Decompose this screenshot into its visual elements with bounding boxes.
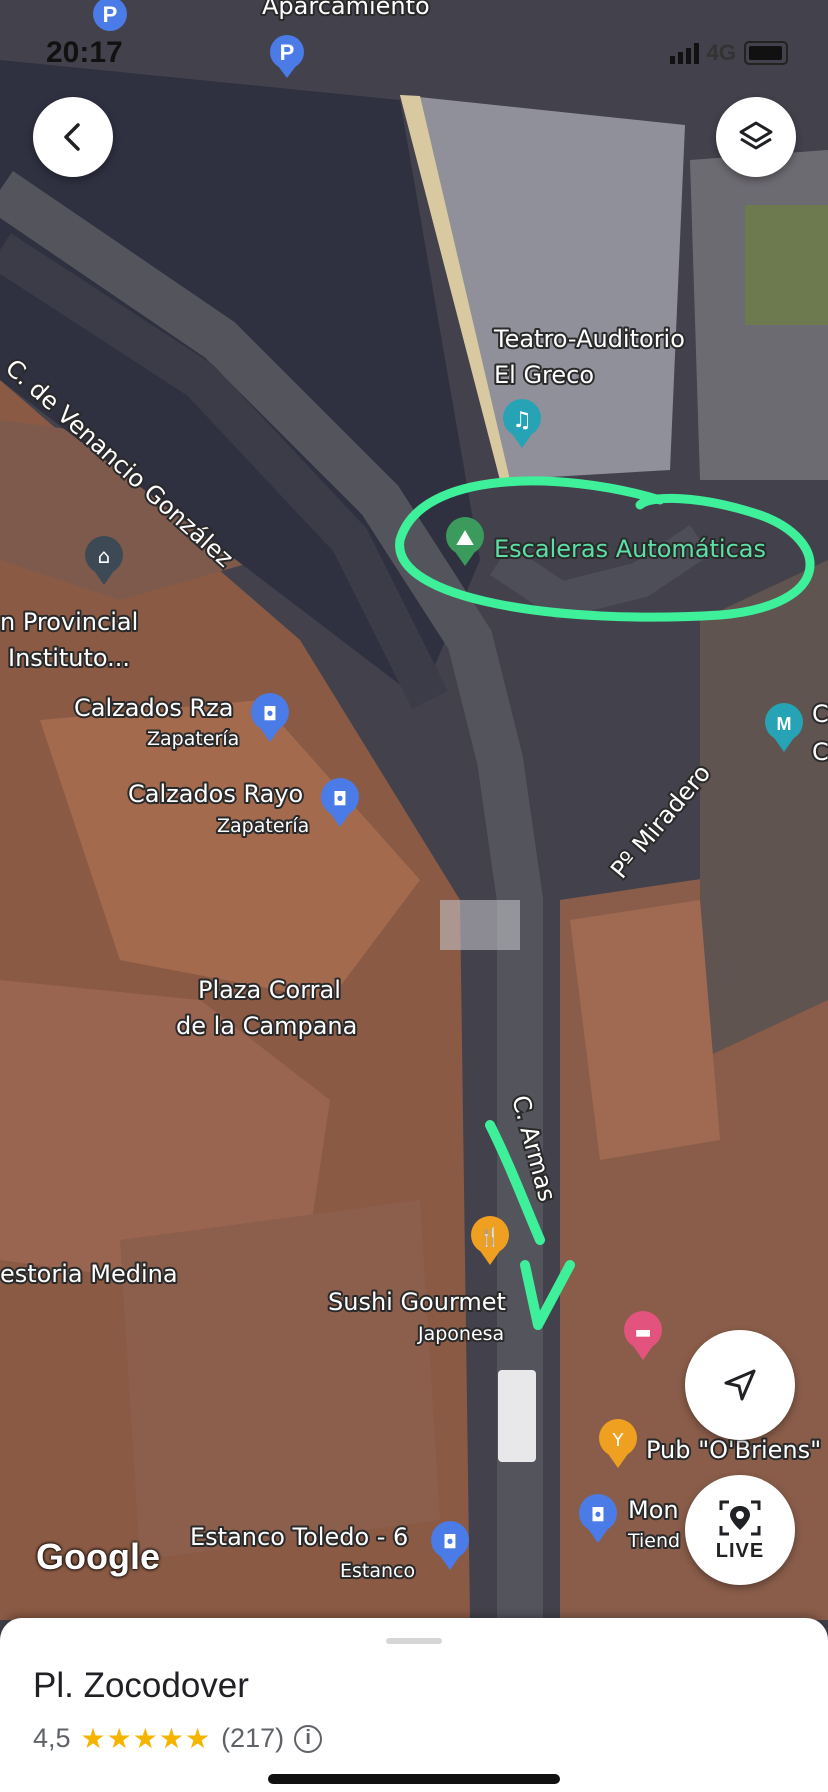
music-icon: ♫ — [512, 408, 532, 433]
status-bar: 20:17 4G — [0, 0, 828, 100]
label-restoria-medina[interactable]: estoria Medina — [0, 1258, 180, 1290]
label-plaza-line2[interactable]: de la Campana — [174, 1010, 359, 1042]
label-estanco-category[interactable]: Estanco — [338, 1558, 417, 1584]
hiker-icon: ⛰ — [456, 526, 474, 551]
place-title: Pl. Zocodover — [33, 1666, 249, 1705]
chevron-left-icon — [64, 123, 80, 151]
cocktail-icon: Y — [612, 1430, 625, 1451]
rating-row: 4,5 ★★★★★ (217) i — [33, 1722, 323, 1755]
label-calzados-rayo[interactable]: Calzados Rayo — [126, 778, 305, 810]
layers-icon — [739, 121, 773, 150]
label-pub-obriens[interactable]: Pub "O'Briens" — [644, 1434, 823, 1466]
review-count[interactable]: (217) — [221, 1723, 284, 1754]
label-calzados-rza[interactable]: Calzados Rza — [72, 692, 235, 724]
label-sushi-category[interactable]: Japonesa — [415, 1321, 506, 1347]
shopping-bag-icon: ◘ — [263, 704, 277, 725]
layers-button[interactable] — [716, 97, 796, 177]
label-calzados-rayo-category[interactable]: Zapatería — [215, 813, 311, 839]
network-type: 4G — [706, 40, 736, 65]
status-time: 20:17 — [46, 36, 123, 69]
battery-icon — [744, 41, 788, 65]
label-edge-c2[interactable]: C — [810, 736, 828, 768]
live-view-button[interactable]: LIVE — [685, 1475, 795, 1585]
bed-icon: ▬ — [634, 1322, 651, 1343]
shopping-bag-icon: ◘ — [591, 1505, 605, 1526]
signal-icon — [669, 42, 699, 64]
rating-value: 4,5 — [33, 1723, 71, 1753]
label-tiend[interactable]: Tiend — [625, 1528, 682, 1554]
shopping-bag-icon: ◘ — [443, 1532, 457, 1553]
crosswalk — [440, 900, 520, 950]
my-location-button[interactable] — [685, 1330, 795, 1440]
home-indicator — [268, 1774, 560, 1784]
info-icon[interactable]: i — [294, 1724, 323, 1753]
label-teatro-line1[interactable]: Teatro-Auditorio — [491, 323, 687, 355]
back-button[interactable] — [33, 97, 113, 177]
museum-icon: M — [777, 714, 792, 734]
label-teatro-line2[interactable]: El Greco — [492, 359, 596, 391]
label-mon[interactable]: Mon — [626, 1494, 681, 1526]
label-estanco-toledo[interactable]: Estanco Toledo - 6 — [188, 1521, 410, 1553]
live-label: LIVE — [715, 1539, 765, 1562]
star-rating-icon: ★★★★★ — [80, 1723, 212, 1754]
garden — [745, 205, 828, 325]
label-sushi-gourmet[interactable]: Sushi Gourmet — [326, 1286, 508, 1318]
label-edge-c1[interactable]: C — [810, 698, 828, 730]
label-plaza-line1[interactable]: Plaza Corral — [196, 974, 343, 1006]
status-indicators: 4G — [669, 40, 788, 66]
label-provincial-line1[interactable]: n Provincial — [0, 606, 140, 638]
bus — [498, 1370, 536, 1462]
cathedral-roof — [700, 560, 828, 1060]
fork-knife-icon: 🍴 — [479, 1226, 501, 1248]
place-bottom-sheet[interactable]: Pl. Zocodover 4,5 ★★★★★ (217) i — [0, 1618, 828, 1792]
label-provincial-line2[interactable]: Instituto... — [6, 642, 132, 674]
label-escaleras[interactable]: Escaleras Automáticas — [492, 533, 768, 565]
sheet-drag-handle[interactable] — [386, 1638, 442, 1644]
label-calzados-rza-category[interactable]: Zapatería — [145, 726, 241, 752]
roofs-block — [120, 1200, 440, 1560]
navigation-arrow-icon — [724, 1369, 756, 1401]
live-view-icon — [719, 1500, 761, 1535]
museum-icon: ⌂ — [98, 544, 111, 568]
shopping-bag-icon: ◘ — [333, 789, 347, 810]
google-logo: Google — [36, 1536, 160, 1577]
